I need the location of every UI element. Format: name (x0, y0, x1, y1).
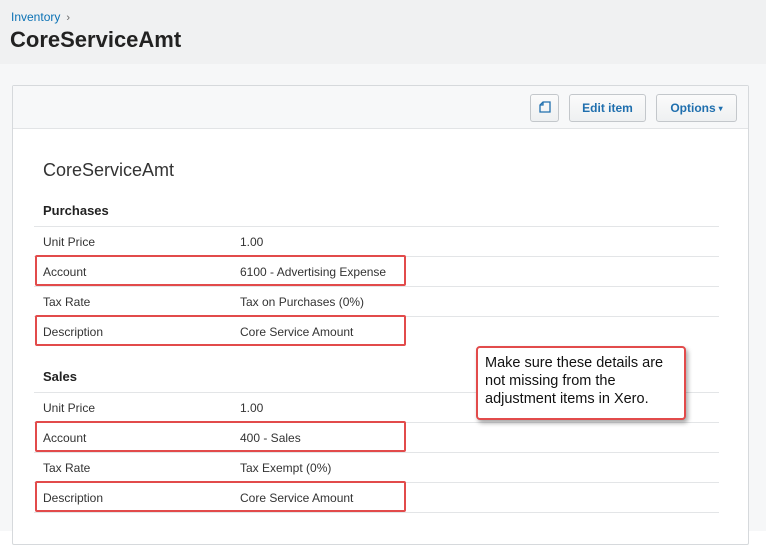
row-label: Account (43, 431, 87, 445)
row-value: Tax on Purchases (0%) (240, 295, 365, 309)
table-bottom-divider (34, 512, 719, 513)
sales-section-title: Sales (43, 369, 77, 384)
edit-item-button[interactable]: Edit item (569, 94, 646, 122)
sales-account-row: Account 400 - Sales (34, 422, 719, 452)
page-header: Inventory › CoreServiceAmt (0, 0, 766, 64)
row-value: Tax Exempt (0%) (240, 461, 332, 475)
options-label: Options (670, 101, 716, 115)
purchases-unit-price-row: Unit Price 1.00 (34, 226, 719, 256)
breadcrumb-inventory-link[interactable]: Inventory (11, 10, 60, 24)
row-label: Tax Rate (43, 461, 91, 475)
row-label: Tax Rate (43, 295, 91, 309)
row-value: Core Service Amount (240, 491, 354, 505)
sales-description-row: Description Core Service Amount (34, 482, 719, 512)
copy-button[interactable] (530, 94, 559, 122)
row-label: Unit Price (43, 401, 96, 415)
item-name: CoreServiceAmt (43, 160, 175, 180)
purchases-section-title: Purchases (43, 203, 109, 218)
item-detail-panel: Edit item Options ▾ CoreServiceAmt Purcha… (12, 85, 749, 545)
row-value: Core Service Amount (240, 325, 354, 339)
caret-down-icon: ▾ (718, 103, 723, 113)
row-label: Description (43, 325, 104, 339)
sales-tax-rate-row: Tax Rate Tax Exempt (0%) (34, 452, 719, 482)
breadcrumb-separator-icon: › (66, 12, 71, 24)
row-label: Unit Price (43, 235, 96, 249)
options-button[interactable]: Options ▾ (656, 94, 737, 122)
row-value: 6100 - Advertising Expense (240, 265, 387, 279)
panel-toolbar: Edit item Options ▾ (13, 86, 748, 129)
breadcrumb: Inventory › (11, 10, 70, 24)
copy-icon (538, 101, 551, 113)
row-label: Account (43, 265, 87, 279)
row-label: Description (43, 491, 104, 505)
row-value: 1.00 (240, 235, 264, 249)
purchases-account-row: Account 6100 - Advertising Expense (34, 256, 719, 286)
annotation-callout: Make sure these details are not missing … (476, 346, 686, 420)
row-value: 400 - Sales (240, 431, 301, 445)
purchases-description-row: Description Core Service Amount (34, 316, 719, 346)
row-value: 1.00 (240, 401, 264, 415)
purchases-tax-rate-row: Tax Rate Tax on Purchases (0%) (34, 286, 719, 316)
page-title: CoreServiceAmt (10, 27, 182, 52)
